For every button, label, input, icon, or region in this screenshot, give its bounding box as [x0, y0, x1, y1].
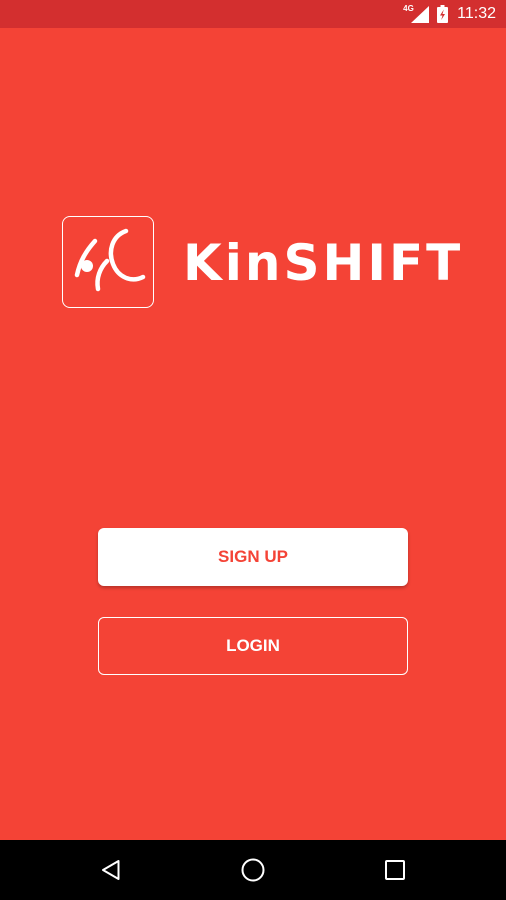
status-bar: 4G 11:32	[0, 0, 506, 28]
sign-up-button[interactable]: SIGN UP	[98, 528, 408, 586]
back-icon	[102, 860, 120, 880]
status-icons: 4G 11:32	[403, 0, 496, 28]
battery-icon	[437, 5, 449, 23]
kinshift-logo-icon	[62, 216, 154, 308]
home-icon	[241, 858, 265, 882]
login-button[interactable]: LOGIN	[98, 617, 408, 675]
recents-icon	[385, 860, 405, 880]
clock: 11:32	[457, 5, 496, 22]
signal-icon	[411, 6, 430, 23]
navigation-bar	[0, 840, 506, 900]
back-button[interactable]	[71, 840, 151, 900]
recents-button[interactable]	[355, 840, 435, 900]
network-indicator: 4G	[403, 4, 430, 24]
app-name: KinSHIFT	[183, 234, 464, 292]
home-button[interactable]	[213, 840, 293, 900]
